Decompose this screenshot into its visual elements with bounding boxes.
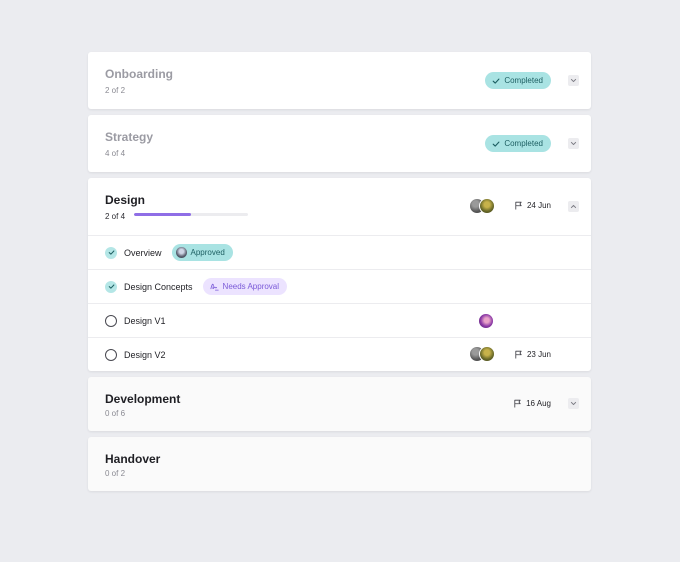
avatar (478, 313, 494, 329)
expand-button[interactable] (568, 398, 579, 409)
approver-avatar (175, 247, 187, 258)
status-badge-label: Completed (504, 139, 543, 148)
progress-bar (134, 213, 248, 216)
task-label: Overview (124, 247, 162, 258)
phase-title: Handover (105, 452, 161, 466)
expand-button[interactable] (568, 75, 579, 86)
progress-bar-fill (134, 213, 191, 216)
task-row[interactable]: Design V2 23 Jun (88, 337, 591, 371)
task-checkbox[interactable] (105, 314, 117, 327)
signature-icon (210, 283, 219, 291)
chevron-down-icon (570, 141, 577, 146)
task-checkbox[interactable] (105, 246, 117, 259)
due-date-label: 24 Jun (526, 201, 551, 210)
phase-card-development[interactable]: Development 0 of 6 16 Aug (88, 377, 591, 431)
phase-header[interactable]: Design 2 of 4 24 Jun (88, 178, 591, 235)
due-date-label: 16 Aug (526, 399, 551, 408)
phase-card-design: Design 2 of 4 24 Jun Overview Approved D… (88, 178, 591, 371)
check-icon (108, 250, 114, 255)
task-label: Design V1 (124, 315, 166, 326)
approved-badge: Approved (171, 244, 233, 261)
expand-button[interactable] (568, 138, 579, 149)
phase-progress-text: 0 of 2 (105, 469, 126, 478)
avatar (479, 346, 495, 362)
phase-progress-text: 0 of 6 (105, 409, 126, 418)
phase-card-strategy[interactable]: Strategy 4 of 4 Completed (88, 115, 591, 172)
collapse-button[interactable] (568, 201, 579, 212)
chevron-up-icon (570, 204, 577, 209)
check-icon (492, 141, 500, 147)
task-checkbox[interactable] (105, 280, 117, 293)
project-phases: Onboarding 2 of 2 Completed Strategy 4 o… (88, 52, 591, 497)
phase-card-handover[interactable]: Handover 0 of 2 (88, 437, 591, 491)
status-badge-label: Completed (504, 76, 543, 85)
task-label: Design Concepts (124, 281, 193, 292)
task-label: Design V2 (124, 349, 166, 360)
avatar (479, 198, 495, 214)
approved-badge-label: Approved (190, 248, 225, 257)
assignee-avatars[interactable] (469, 346, 495, 362)
needs-approval-label: Needs Approval (222, 282, 280, 291)
due-date[interactable]: 24 Jun (514, 201, 551, 210)
chevron-down-icon (570, 78, 577, 83)
phase-card-onboarding[interactable]: Onboarding 2 of 2 Completed (88, 52, 591, 109)
task-row[interactable]: Design Concepts Needs Approval (88, 269, 591, 303)
check-icon (492, 78, 500, 84)
task-row[interactable]: Design V1 (88, 303, 591, 337)
task-row[interactable]: Overview Approved (88, 235, 591, 269)
check-icon (108, 284, 114, 289)
due-date[interactable]: 16 Aug (513, 399, 551, 408)
task-checkbox[interactable] (105, 348, 117, 361)
status-badge-completed: Completed (485, 72, 551, 89)
due-date[interactable]: 23 Jun (514, 350, 551, 359)
assignee-avatars[interactable] (469, 198, 495, 214)
assignee-avatars[interactable] (478, 313, 494, 329)
flag-icon (515, 201, 522, 210)
flag-icon (514, 399, 521, 408)
due-date-label: 23 Jun (526, 350, 551, 359)
needs-approval-badge[interactable]: Needs Approval (202, 278, 288, 295)
flag-icon (515, 350, 522, 359)
chevron-down-icon (570, 401, 577, 406)
status-badge-completed: Completed (485, 135, 551, 152)
